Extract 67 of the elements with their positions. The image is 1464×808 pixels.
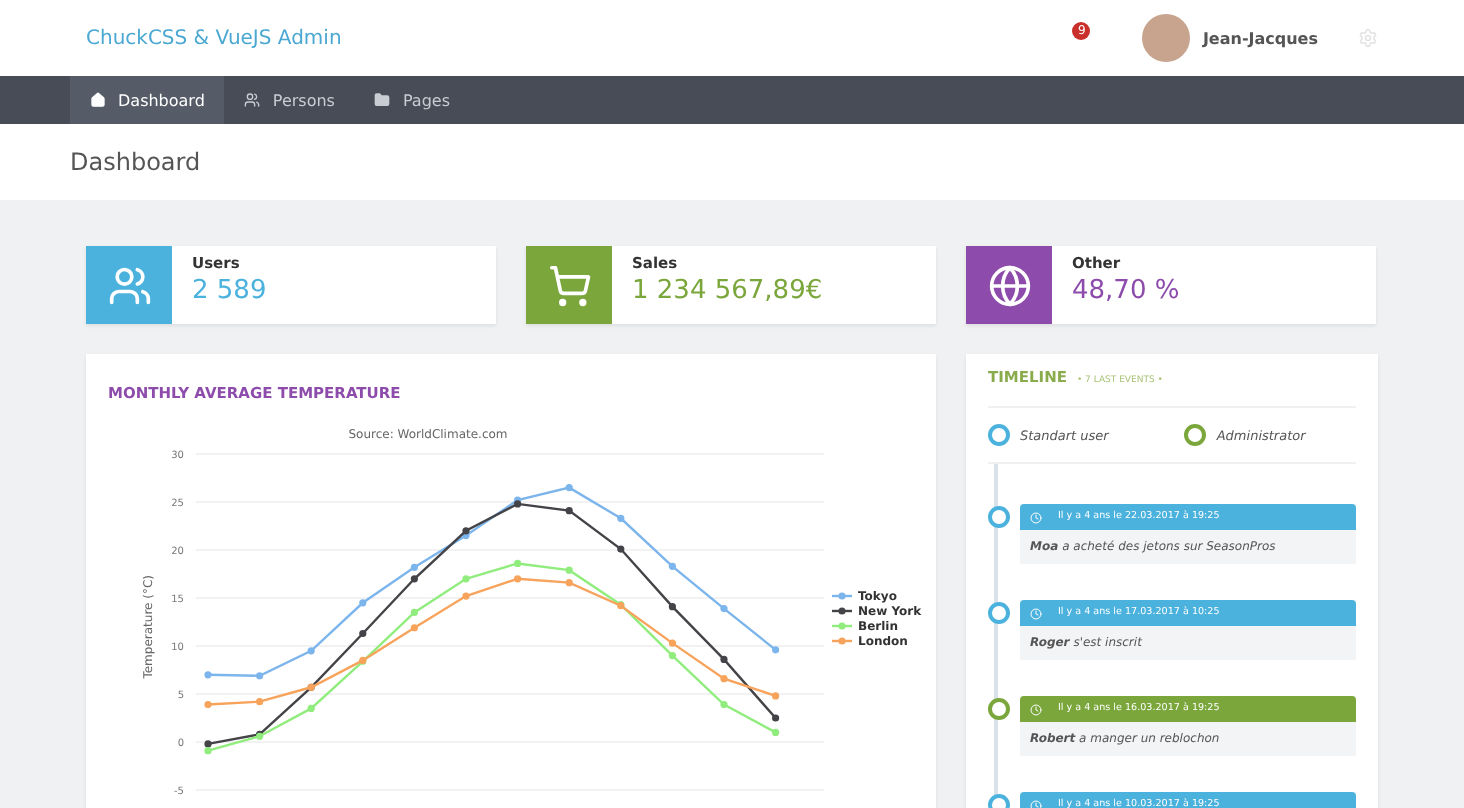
point (307, 647, 315, 655)
nav-tab[interactable]: Pages (354, 76, 471, 124)
home-icon (90, 92, 106, 108)
point (204, 740, 212, 748)
legend-ring (988, 424, 1010, 446)
point (256, 672, 264, 680)
point (462, 575, 470, 583)
legend-marker (832, 607, 852, 615)
point (565, 484, 573, 492)
point (565, 566, 573, 574)
folder-icon (374, 92, 391, 108)
point (617, 545, 625, 553)
point (772, 714, 780, 722)
point (772, 692, 780, 700)
timeline-node (988, 602, 1010, 624)
users-icon (244, 92, 261, 108)
nav-tab[interactable]: Persons (224, 76, 355, 124)
brand-title[interactable]: ChuckCSS & VueJS Admin (86, 27, 1073, 49)
point (410, 608, 418, 616)
point (410, 624, 418, 632)
user-name[interactable]: Jean-Jacques (1202, 29, 1318, 47)
nav-tab[interactable]: Dashboard (70, 76, 225, 124)
timeline-node (988, 698, 1010, 720)
point (359, 629, 367, 638)
page-title: Dashboard (70, 148, 201, 176)
point (720, 655, 728, 664)
point (668, 652, 676, 660)
point (772, 646, 780, 654)
legend-marker (832, 592, 852, 600)
point (668, 603, 676, 611)
point (462, 592, 470, 600)
clock-icon (1030, 607, 1042, 619)
stat-value: 1 234 567,89€ (632, 276, 823, 306)
point (565, 579, 573, 587)
point (256, 698, 264, 706)
point (359, 599, 367, 607)
clock-icon (1030, 703, 1042, 715)
legend-marker (832, 637, 852, 645)
point (617, 514, 625, 522)
legend-ring (1184, 424, 1207, 446)
point (720, 675, 728, 683)
stat-value: 2 589 (192, 276, 267, 306)
point (204, 671, 212, 679)
point (410, 575, 418, 583)
point (514, 559, 522, 568)
point (204, 700, 212, 709)
users-icon (107, 263, 151, 307)
point (410, 563, 418, 571)
point (204, 747, 212, 755)
point (462, 527, 470, 535)
clock-icon (1030, 511, 1042, 523)
settings-icon[interactable] (1358, 28, 1378, 48)
point (565, 507, 573, 515)
stat-value: 48,70 % (1072, 276, 1180, 306)
timeline-node (988, 506, 1010, 528)
clock-icon (1030, 799, 1042, 808)
point (720, 604, 728, 613)
point (720, 700, 728, 709)
point (307, 704, 315, 712)
globe-icon (987, 263, 1031, 307)
point (668, 562, 676, 570)
point (668, 639, 676, 647)
cart-icon (547, 263, 591, 307)
point (772, 728, 780, 736)
point (514, 575, 522, 583)
legend-marker (832, 622, 852, 630)
avatar[interactable] (1142, 14, 1191, 62)
